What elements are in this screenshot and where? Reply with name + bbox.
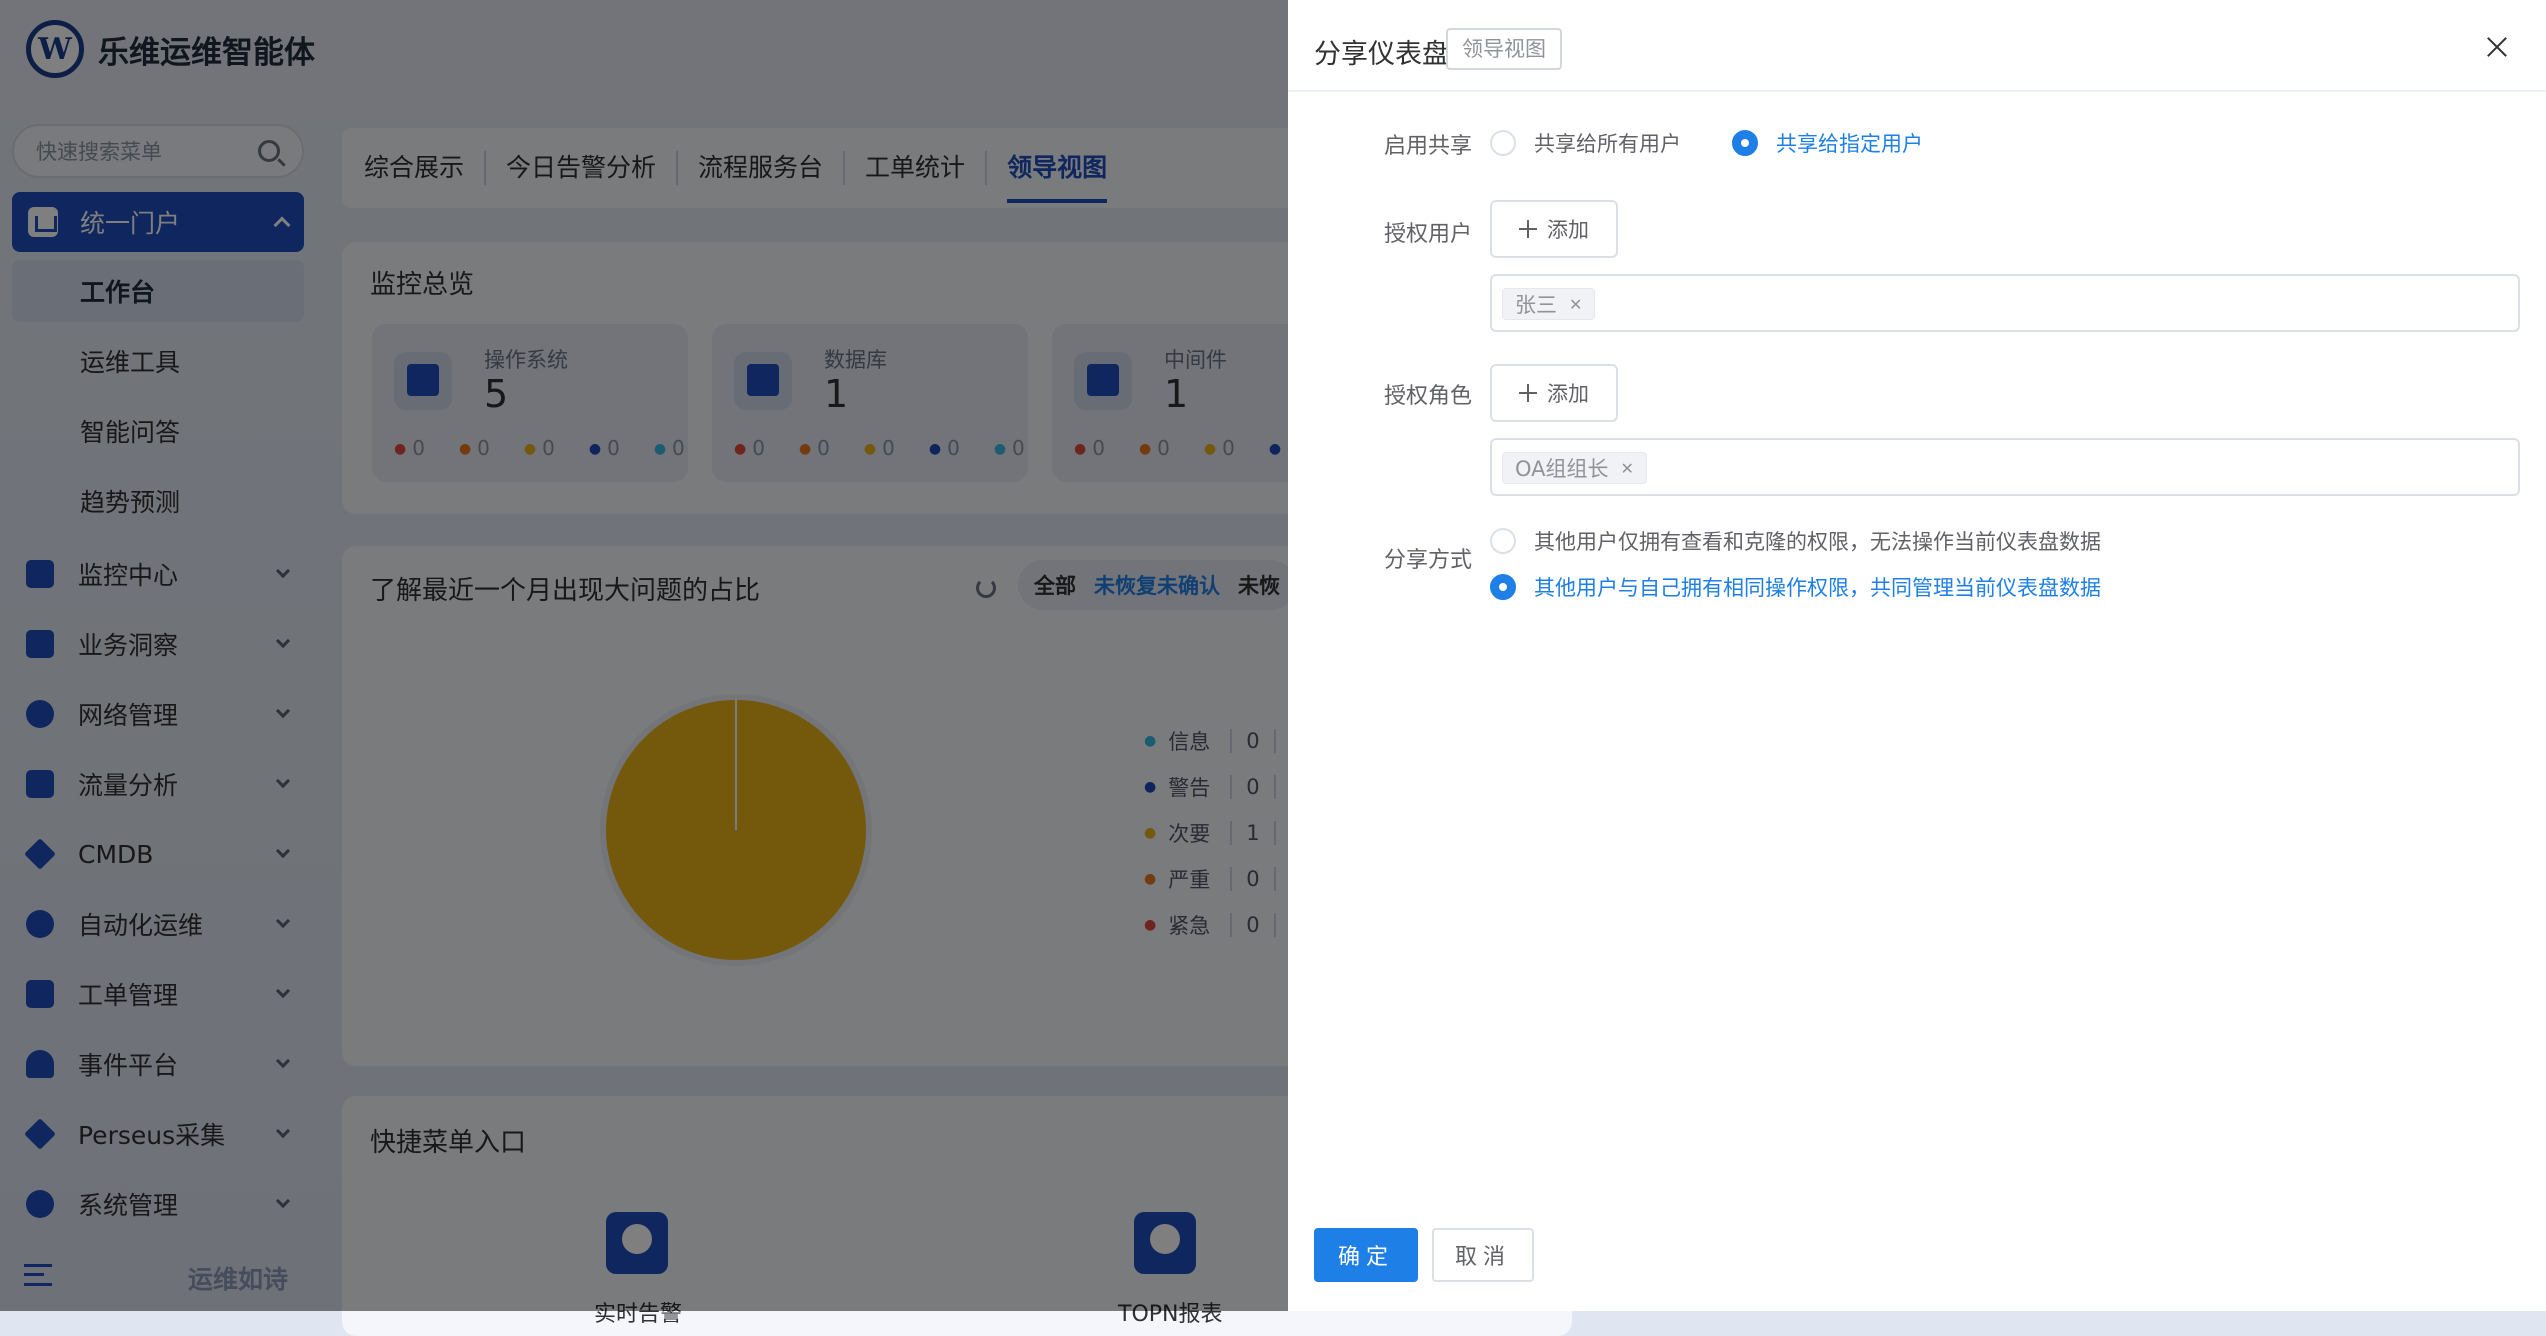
- add-role-button[interactable]: 添加: [1490, 364, 1618, 422]
- drawer-title: 分享仪表盘: [1314, 39, 1449, 70]
- radio-method-view-only[interactable]: 其他用户仅拥有查看和克隆的权限，无法操作当前仪表盘数据: [1490, 526, 2101, 556]
- radio-share-all[interactable]: 共享给所有用户: [1490, 128, 1681, 158]
- close-icon[interactable]: [2486, 36, 2508, 58]
- radio-circle[interactable]: [1490, 130, 1516, 156]
- radio-label: 共享给所有用户: [1534, 132, 1681, 156]
- radio-share-specific[interactable]: 共享给指定用户: [1732, 128, 1923, 158]
- chip-label: 张三: [1515, 293, 1557, 317]
- cancel-button[interactable]: 取消: [1432, 1228, 1534, 1282]
- plus-icon: [1519, 384, 1537, 402]
- radio-circle[interactable]: [1490, 574, 1516, 600]
- radio-circle[interactable]: [1490, 528, 1516, 554]
- share-dashboard-drawer: 分享仪表盘 领导视图 启用共享 共享给所有用户 共享给指定用户 授权用户 添加 …: [1288, 0, 2546, 1311]
- role-chip: OA组组长 ✕: [1502, 452, 1647, 484]
- button-label: 添加: [1547, 218, 1589, 242]
- chip-label: OA组组长: [1515, 457, 1609, 481]
- button-label: 添加: [1547, 382, 1589, 406]
- radio-label: 其他用户与自己拥有相同操作权限，共同管理当前仪表盘数据: [1534, 576, 2101, 600]
- drawer-header: 分享仪表盘 领导视图: [1288, 0, 2546, 92]
- plus-icon: [1519, 220, 1537, 238]
- radio-circle[interactable]: [1732, 130, 1758, 156]
- user-chip: 张三 ✕: [1502, 288, 1596, 320]
- radio-method-co-manage[interactable]: 其他用户与自己拥有相同操作权限，共同管理当前仪表盘数据: [1490, 572, 2101, 602]
- share-enable-label: 启用共享: [1384, 134, 1473, 159]
- radio-label: 共享给指定用户: [1776, 132, 1923, 156]
- radio-label: 其他用户仅拥有查看和克隆的权限，无法操作当前仪表盘数据: [1534, 530, 2101, 554]
- authorized-users-label: 授权用户: [1384, 222, 1473, 247]
- confirm-button[interactable]: 确定: [1314, 1228, 1418, 1282]
- authorized-roles-box[interactable]: OA组组长 ✕: [1490, 438, 2520, 496]
- remove-chip-icon[interactable]: ✕: [1569, 295, 1582, 314]
- remove-chip-icon[interactable]: ✕: [1621, 459, 1634, 478]
- add-user-button[interactable]: 添加: [1490, 200, 1618, 258]
- authorized-roles-label: 授权角色: [1384, 384, 1473, 409]
- dashboard-name-tag: 领导视图: [1446, 28, 1562, 70]
- authorized-users-box[interactable]: 张三 ✕: [1490, 274, 2520, 332]
- share-method-label: 分享方式: [1384, 548, 1473, 573]
